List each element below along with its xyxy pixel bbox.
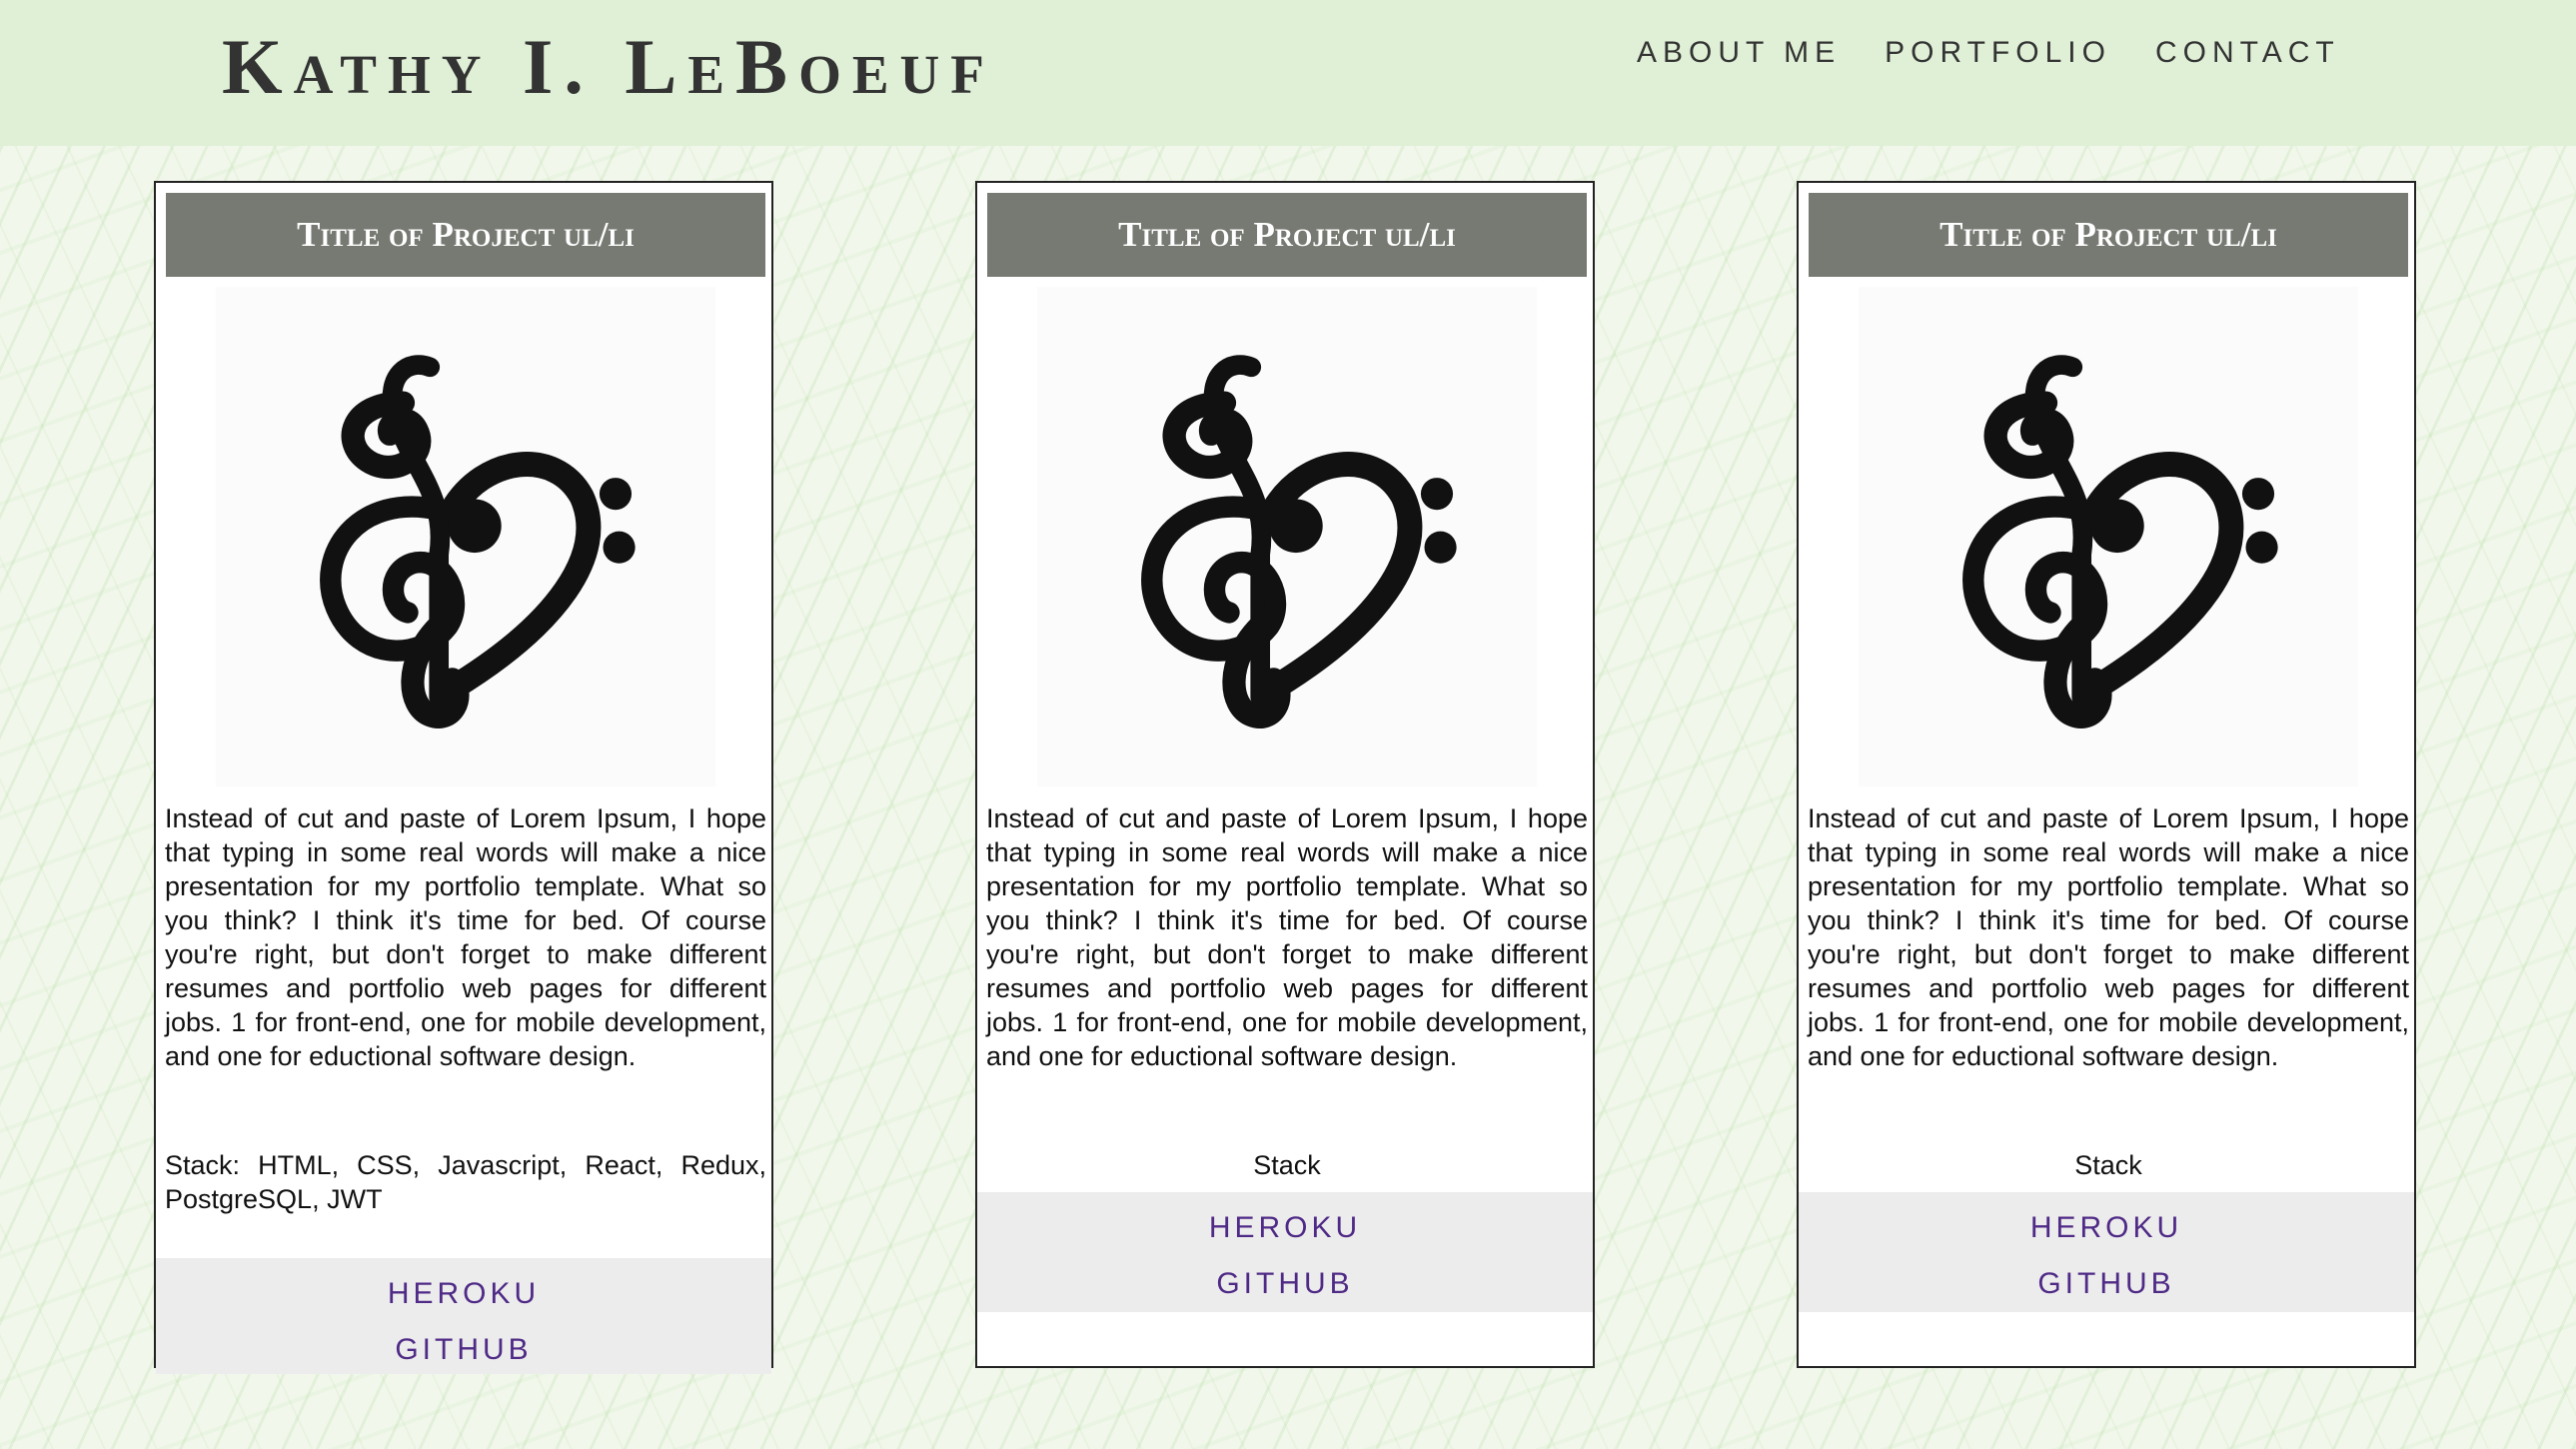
github-link[interactable]: GITHUB [2037, 1256, 2174, 1312]
clef-heart-icon [1859, 287, 2358, 786]
github-link[interactable]: GITHUB [395, 1322, 532, 1378]
project-title: Title of Project ul/li [987, 193, 1587, 277]
project-description: Instead of cut and paste of Lorem Ipsum,… [1808, 803, 2409, 1071]
nav-contact[interactable]: Contact [2155, 36, 2340, 70]
project-links: HEROKU GITHUB [1799, 1192, 2414, 1312]
heroku-link[interactable]: HEROKU [388, 1266, 540, 1322]
music-heart-image [1037, 287, 1537, 786]
nav-portfolio[interactable]: Portfolio [1885, 36, 2111, 70]
project-description: Instead of cut and paste of Lorem Ipsum,… [165, 803, 766, 1071]
site-header: Kathy I. LeBoeuf About Me Portfolio Cont… [0, 0, 2576, 146]
heroku-link[interactable]: HEROKU [1209, 1200, 1361, 1256]
project-card: Title of Project ul/li Instead of cut an… [154, 181, 773, 1374]
heroku-link[interactable]: HEROKU [2030, 1200, 2182, 1256]
project-links: HEROKU GITHUB [156, 1258, 771, 1374]
nav-about-me[interactable]: About Me [1637, 36, 1841, 70]
project-stack: Stack [2074, 1150, 2142, 1180]
site-name: Kathy I. LeBoeuf [222, 23, 995, 110]
project-card: Title of Project ul/li Instead of cut an… [975, 181, 1595, 1368]
project-title: Title of Project ul/li [1809, 193, 2408, 277]
clef-heart-icon [216, 287, 715, 786]
project-description: Instead of cut and paste of Lorem Ipsum,… [986, 803, 1588, 1071]
project-card: Title of Project ul/li Instead of cut an… [1797, 181, 2416, 1368]
project-stack: Stack: HTML, CSS, Javascript, React, Red… [165, 1150, 766, 1214]
project-stack: Stack [1253, 1150, 1321, 1180]
project-title: Title of Project ul/li [166, 193, 765, 277]
clef-heart-icon [1037, 287, 1537, 786]
main-nav: About Me Portfolio Contact [1637, 36, 2340, 70]
music-heart-image [1859, 287, 2358, 786]
github-link[interactable]: GITHUB [1216, 1256, 1353, 1312]
project-links: HEROKU GITHUB [977, 1192, 1593, 1312]
music-heart-image [216, 287, 715, 786]
